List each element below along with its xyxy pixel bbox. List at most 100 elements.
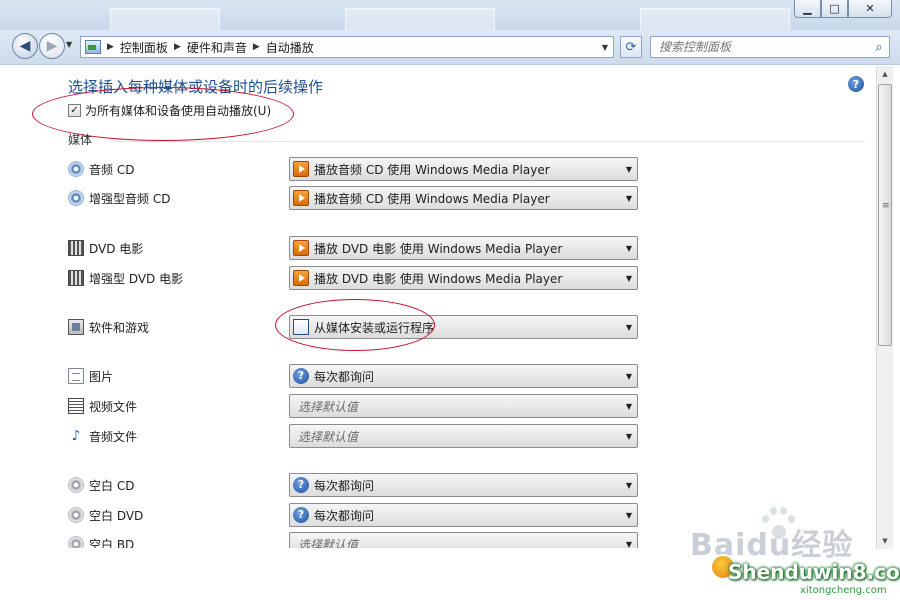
close-button[interactable]: ✕ [848, 0, 892, 18]
blank-bd-icon [68, 536, 84, 548]
minimize-button[interactable]: ▁ [794, 0, 821, 18]
action-dropdown[interactable]: ? 每次都询问 ▼ [289, 364, 638, 388]
maximize-button[interactable]: □ [821, 0, 848, 18]
chevron-down-icon[interactable]: ▼ [621, 432, 637, 441]
forward-arrow-icon: ▶ [46, 38, 58, 54]
close-icon: ✕ [865, 2, 875, 15]
title-bar-glass [345, 8, 495, 30]
question-icon: ? [293, 368, 309, 384]
media-type-label: 音频 CD [89, 163, 135, 177]
chevron-down-icon[interactable]: ▼ [621, 402, 637, 411]
refresh-button[interactable]: ⟳ [620, 36, 642, 58]
scroll-down-icon[interactable]: ▼ [877, 533, 893, 549]
breadcrumb-hardware-sound[interactable]: 硬件和声音 [187, 39, 247, 56]
question-icon: ? [293, 507, 309, 523]
action-dropdown-value: 选择默认值 [298, 429, 359, 444]
chevron-down-icon[interactable]: ▼ [621, 372, 637, 381]
title-bar-glass [110, 8, 220, 30]
help-icon[interactable]: ? [848, 76, 864, 92]
action-dropdown[interactable]: 播放音频 CD 使用 Windows Media Player ▼ [289, 157, 638, 181]
media-player-icon [293, 270, 309, 286]
chevron-down-icon[interactable]: ▼ [621, 244, 637, 253]
search-icon[interactable]: ⌕ [869, 38, 889, 56]
action-dropdown[interactable]: 选择默认值 ▼ [289, 424, 638, 448]
minimize-icon: ▁ [803, 2, 812, 15]
window-title-bar: ▁ □ ✕ [0, 0, 900, 30]
media-row: DVD 电影 播放 DVD 电影 使用 Windows Media Player ▼ [68, 236, 648, 260]
chevron-down-icon[interactable]: ▼ [621, 511, 637, 520]
media-row: 增强型音频 CD 播放音频 CD 使用 Windows Media Player ▼ [68, 186, 648, 210]
media-player-icon [293, 190, 309, 206]
media-row: 视频文件 选择默认值 ▼ [68, 394, 648, 418]
audio-cd-icon [68, 161, 84, 177]
chevron-down-icon[interactable]: ▼ [621, 274, 637, 283]
site-sub-watermark: xitongcheng.com [800, 585, 887, 596]
media-type-label: 视频文件 [89, 400, 138, 414]
chevron-right-icon[interactable]: ▶ [174, 42, 181, 52]
media-row: 图片? 每次都询问 ▼ [68, 364, 648, 388]
dvd-movie-icon [68, 240, 84, 256]
search-box[interactable]: ⌕ [650, 36, 890, 58]
media-type-label: 图片 [89, 370, 114, 384]
action-dropdown-value: 播放 DVD 电影 使用 Windows Media Player [314, 271, 563, 286]
action-dropdown-value: 选择默认值 [298, 399, 359, 414]
chevron-down-icon[interactable]: ▼ [621, 323, 637, 332]
action-dropdown-value: 播放音频 CD 使用 Windows Media Player [314, 162, 550, 177]
action-dropdown-value: 每次都询问 [314, 508, 375, 523]
chevron-down-icon[interactable]: ▼ [621, 165, 637, 174]
section-heading-media: 媒体 [68, 133, 93, 147]
enhanced-audio-cd-icon [68, 190, 84, 206]
breadcrumb-control-panel[interactable]: 控制面板 [120, 39, 168, 56]
forward-button[interactable]: ▶ [39, 33, 65, 59]
media-type-label: 增强型 DVD 电影 [89, 272, 184, 286]
address-bar[interactable]: ▶ 控制面板 ▶ 硬件和声音 ▶ 自动播放 ▼ [80, 36, 614, 58]
address-dropdown-icon[interactable]: ▼ [597, 43, 613, 52]
audio-files-icon: ♪ [71, 428, 81, 444]
vertical-scrollbar[interactable]: ▲ ▼ [876, 66, 893, 549]
action-dropdown[interactable]: ? 每次都询问 ▼ [289, 473, 638, 497]
blank-dvd-icon [68, 507, 84, 523]
recent-pages-dropdown[interactable]: ▼ [66, 40, 72, 49]
media-type-label: 空白 BD [89, 538, 135, 548]
media-type-label: 音频文件 [89, 430, 138, 444]
refresh-icon: ⟳ [625, 39, 637, 55]
back-button[interactable]: ◀ [12, 33, 38, 59]
media-row: 空白 CD? 每次都询问 ▼ [68, 473, 648, 497]
question-icon: ? [293, 477, 309, 493]
media-type-label: 增强型音频 CD [89, 192, 171, 206]
action-dropdown-value: 每次都询问 [314, 369, 375, 384]
pictures-icon [68, 368, 84, 384]
action-dropdown[interactable]: 播放 DVD 电影 使用 Windows Media Player ▼ [289, 266, 638, 290]
chevron-down-icon[interactable]: ▼ [621, 194, 637, 203]
chevron-down-icon[interactable]: ▼ [621, 481, 637, 490]
media-type-label: 软件和游戏 [89, 321, 150, 335]
action-dropdown[interactable]: 播放音频 CD 使用 Windows Media Player ▼ [289, 186, 638, 210]
maximize-icon: □ [829, 2, 840, 15]
video-files-icon [68, 398, 84, 414]
action-dropdown[interactable]: 选择默认值 ▼ [289, 532, 638, 548]
enhanced-dvd-movie-icon [68, 270, 84, 286]
action-dropdown-value: 播放音频 CD 使用 Windows Media Player [314, 191, 550, 206]
blank-cd-icon [68, 477, 84, 493]
action-dropdown[interactable]: 播放 DVD 电影 使用 Windows Media Player ▼ [289, 236, 638, 260]
scrollbar-thumb[interactable] [878, 84, 892, 346]
media-player-icon [293, 161, 309, 177]
action-dropdown[interactable]: ? 每次都询问 ▼ [289, 503, 638, 527]
annotation-ellipse [275, 299, 435, 351]
action-dropdown[interactable]: 选择默认值 ▼ [289, 394, 638, 418]
scroll-up-icon[interactable]: ▲ [877, 66, 893, 82]
section-divider [110, 141, 865, 142]
action-dropdown-value: 播放 DVD 电影 使用 Windows Media Player [314, 241, 563, 256]
site-watermark: Shenduwin8.com [728, 560, 900, 584]
action-dropdown-value: 选择默认值 [298, 537, 359, 549]
media-row: 增强型 DVD 电影 播放 DVD 电影 使用 Windows Media Pla… [68, 266, 648, 290]
breadcrumb-autoplay[interactable]: 自动播放 [266, 39, 314, 56]
chevron-down-icon[interactable]: ▼ [621, 540, 637, 549]
control-panel-icon [85, 40, 101, 54]
chevron-right-icon[interactable]: ▶ [253, 42, 260, 52]
chevron-right-icon[interactable]: ▶ [107, 42, 114, 52]
media-row: 空白 DVD? 每次都询问 ▼ [68, 503, 648, 527]
media-type-label: 空白 DVD [89, 509, 144, 523]
search-input[interactable] [659, 40, 869, 54]
media-player-icon [293, 240, 309, 256]
